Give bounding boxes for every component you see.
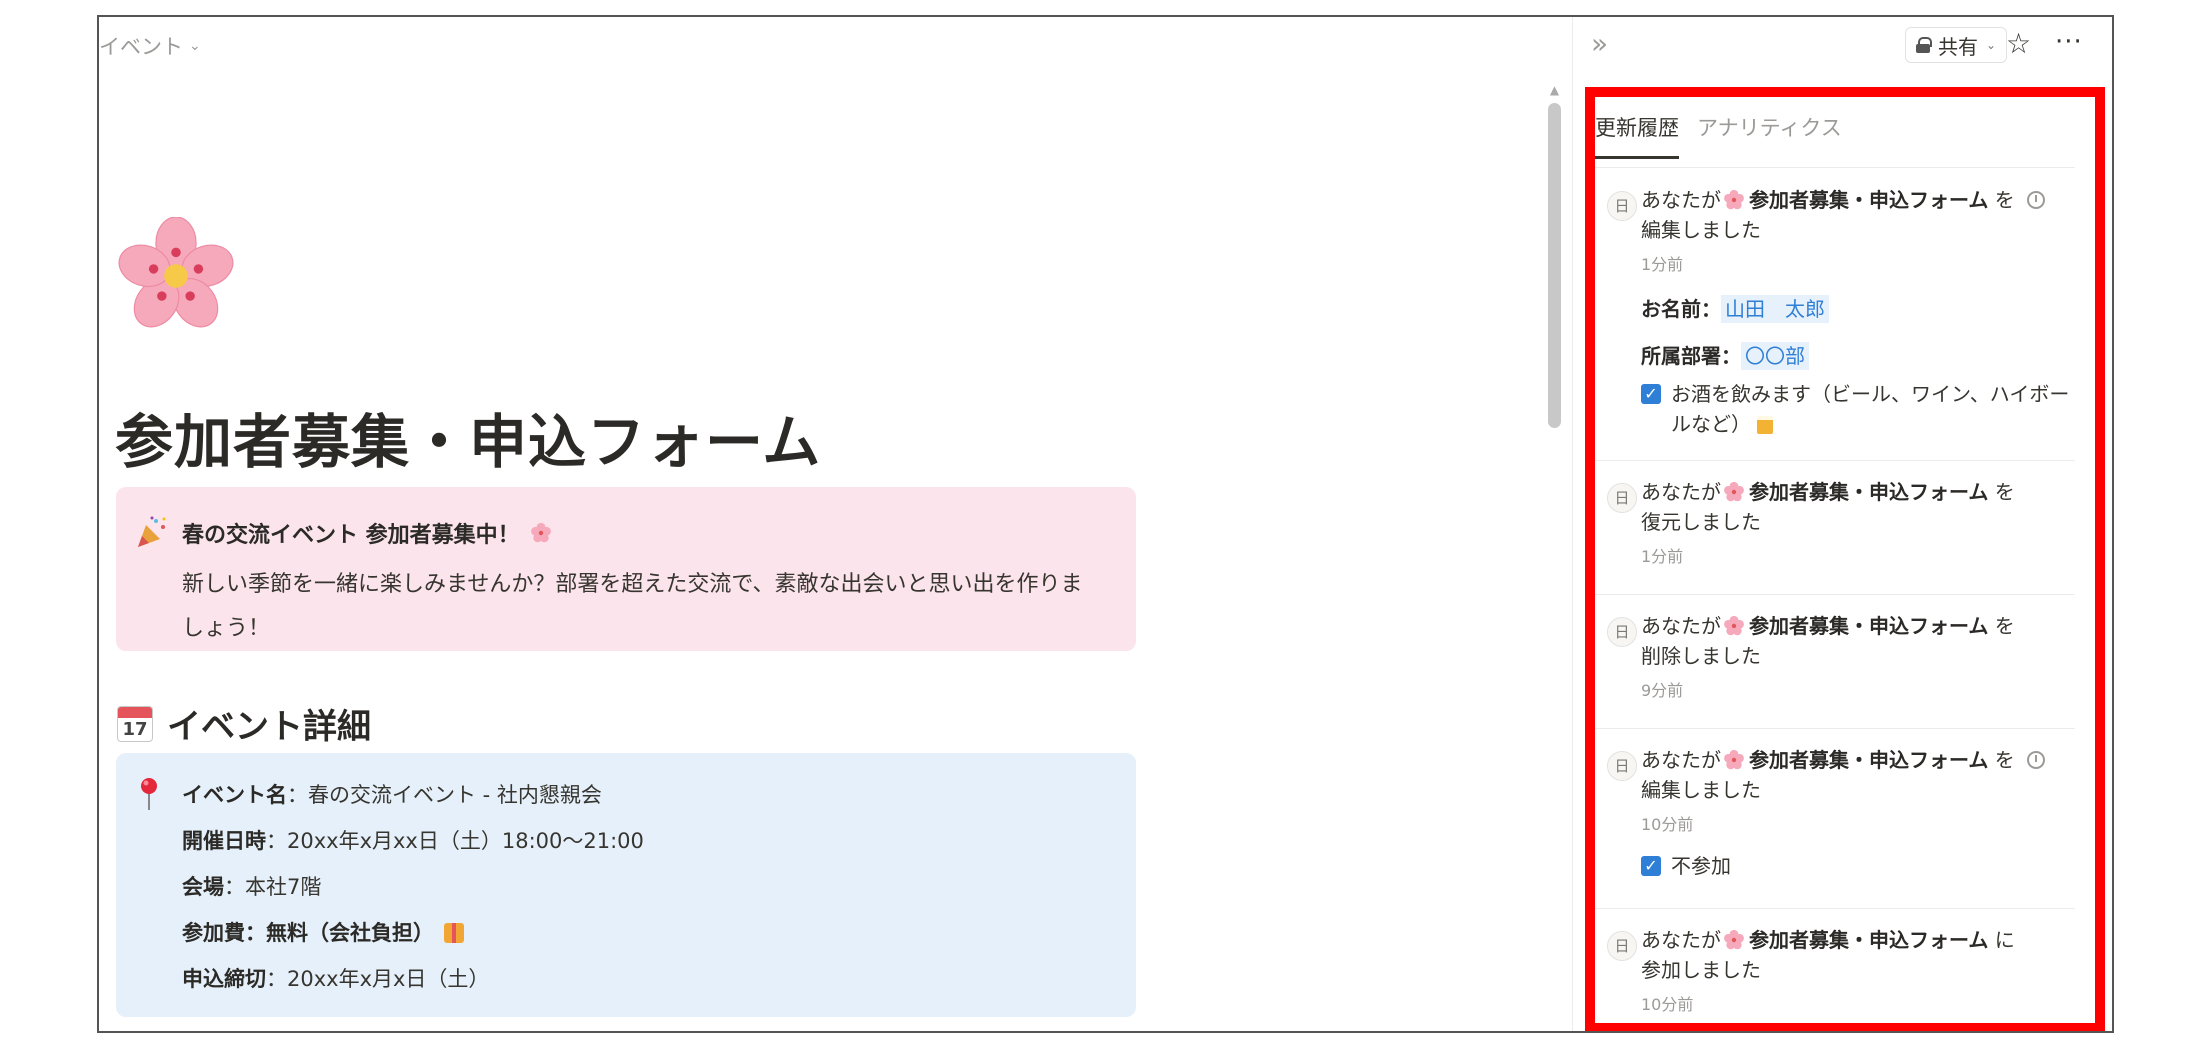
detail-event-name: イベント名：春の交流イベント - 社内懇親会 [182, 779, 602, 809]
breadcrumb-label[interactable]: イベント [99, 31, 183, 61]
section-heading-text: イベント詳細 [167, 707, 371, 747]
party-popper-icon [138, 516, 166, 547]
page-content: イベント ⌄ 参加者募集・申込フォーム 春の交流イベント 参加者募集中！ 新しい… [99, 17, 1572, 1031]
calendar-day: 17 [122, 718, 148, 740]
page-title[interactable]: 参加者募集・申込フォーム [115, 395, 821, 479]
share-button[interactable]: 共有 ⌄ [1905, 27, 2008, 63]
callout-title-text: 春の交流イベント 参加者募集中！ [182, 523, 520, 548]
detail-value: 20xx年x月x日（土） [287, 967, 490, 991]
detail-deadline: 申込締切：20xx年x月x日（土） [182, 963, 489, 993]
side-topbar: » 共有 ⌄ ☆ ··· [1573, 17, 2112, 75]
section-heading[interactable]: 17 イベント詳細 [117, 699, 371, 748]
detail-key: 開催日時 [182, 829, 266, 853]
collapse-panel-icon[interactable]: » [1591, 27, 1608, 60]
detail-fee: 参加費：無料（会社負担） [182, 917, 464, 947]
cherry-blossom-icon [530, 522, 551, 543]
scrollbar[interactable]: ▲ [1548, 83, 1561, 1031]
lock-icon [1916, 37, 1932, 53]
scrollbar-thumb[interactable] [1548, 103, 1561, 428]
chevron-down-icon[interactable]: ⌄ [189, 38, 201, 54]
more-options-icon[interactable]: ··· [2055, 27, 2083, 57]
detail-datetime: 開催日時：20xx年x月xx日（土）18:00〜21:00 [182, 825, 644, 855]
history-side-panel: » 共有 ⌄ ☆ ··· 更新履歴 アナリティクス 日 あなたが 参加者募集・申込… [1572, 17, 2112, 1031]
cherry-blossom-icon[interactable] [117, 217, 235, 335]
round-pushpin-icon [141, 778, 157, 810]
detail-sep: ： [266, 829, 287, 853]
share-label: 共有 [1938, 34, 1978, 59]
detail-value: 春の交流イベント - 社内懇親会 [308, 783, 602, 807]
detail-key: 会場 [182, 875, 224, 899]
announcement-callout: 春の交流イベント 参加者募集中！ 新しい季節を一緒に楽しみませんか？部署を超えた… [116, 487, 1136, 651]
detail-value: 無料（会社負担） [266, 921, 434, 945]
detail-sep: ： [224, 875, 245, 899]
detail-key: 申込締切 [182, 967, 266, 991]
highlight-annotation-box [1585, 87, 2105, 1031]
calendar-icon: 17 [117, 705, 153, 742]
detail-sep: ： [245, 921, 266, 945]
callout-title: 春の交流イベント 参加者募集中！ [182, 517, 552, 549]
detail-sep: ： [287, 783, 308, 807]
detail-value: 本社7階 [245, 875, 322, 899]
event-details-callout: イベント名：春の交流イベント - 社内懇親会 開催日時：20xx年x月xx日（土… [116, 753, 1136, 1017]
scroll-up-icon[interactable]: ▲ [1548, 83, 1561, 97]
detail-sep: ： [266, 967, 287, 991]
app-window: イベント ⌄ 参加者募集・申込フォーム 春の交流イベント 参加者募集中！ 新しい… [97, 15, 2114, 1033]
detail-key: イベント名 [182, 783, 287, 807]
callout-body: 新しい季節を一緒に楽しみませんか？部署を超えた交流で、素敵な出会いと思い出を作り… [182, 572, 1083, 641]
gift-icon [444, 923, 464, 943]
breadcrumb[interactable]: イベント ⌄ [99, 31, 201, 61]
detail-value: 20xx年x月xx日（土）18:00〜21:00 [287, 829, 644, 853]
detail-venue: 会場：本社7階 [182, 871, 321, 901]
chevron-down-icon: ⌄ [1986, 38, 1997, 52]
detail-key: 参加費 [182, 921, 245, 945]
star-icon[interactable]: ☆ [2006, 27, 2031, 60]
